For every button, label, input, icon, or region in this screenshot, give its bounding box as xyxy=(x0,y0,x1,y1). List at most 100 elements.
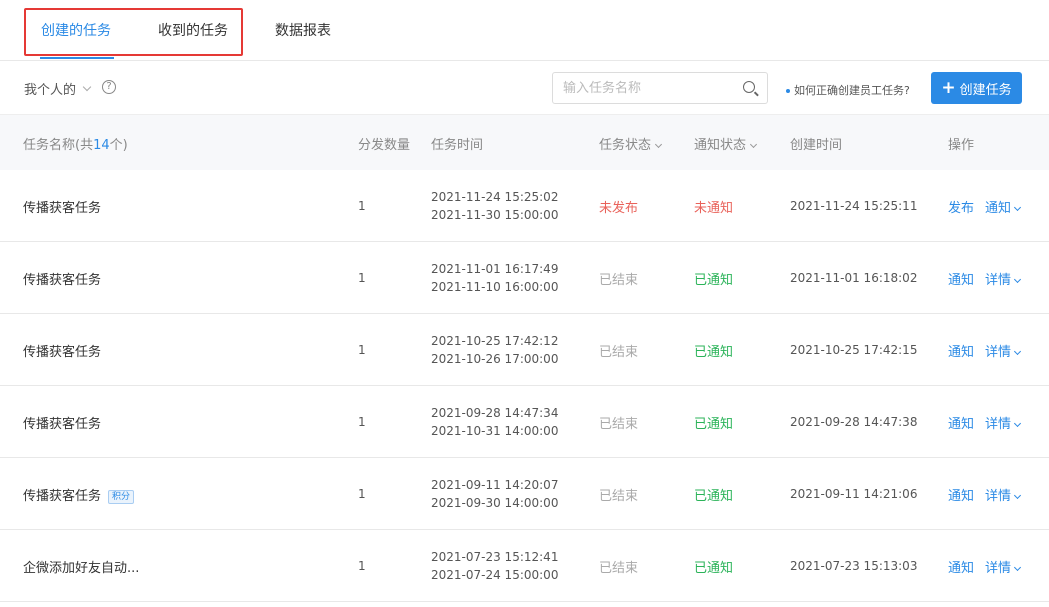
chevron-down-icon xyxy=(1013,419,1022,427)
notify-status: 已通知 xyxy=(694,273,734,288)
chevron-down-icon xyxy=(1013,347,1022,355)
howto-text: 如何正确创建员工任务? xyxy=(794,84,910,97)
task-start-time: 2021-07-23 15:12:41 xyxy=(431,550,559,564)
task-name-text: 传播获客任务 xyxy=(23,417,102,432)
task-name: 传播获客任务 xyxy=(23,413,101,432)
op-secondary-dropdown[interactable]: 详情 xyxy=(985,489,1022,504)
task-start-time: 2021-09-28 14:47:34 xyxy=(431,406,559,420)
task-name: 传播获客任务 xyxy=(23,341,101,360)
row-operations: 通知 详情 xyxy=(948,485,1031,504)
tab-created-tasks[interactable]: 创建的任务 xyxy=(41,20,111,40)
op-primary-link[interactable]: 通知 xyxy=(948,417,974,432)
task-end-time: 2021-11-30 15:00:00 xyxy=(431,208,559,222)
task-end-time: 2021-07-24 15:00:00 xyxy=(431,568,559,582)
notify-status: 未通知 xyxy=(694,201,734,216)
task-time: 2021-11-24 15:25:02 2021-11-30 15:00:00 xyxy=(431,188,558,224)
task-name-text: 传播获客任务 xyxy=(23,273,102,288)
active-tab-underline xyxy=(40,57,114,59)
task-name: 企微添加好友自动... xyxy=(23,557,139,576)
toolbar: 我个人的 ? 如何正确创建员工任务? + 创建任务 xyxy=(0,62,1049,114)
created-time: 2021-11-24 15:25:11 xyxy=(790,199,918,213)
op-secondary-label: 详情 xyxy=(985,561,1012,576)
quantity: 1 xyxy=(358,487,366,501)
op-secondary-dropdown[interactable]: 通知 xyxy=(985,201,1022,216)
row-operations: 通知 详情 xyxy=(948,413,1031,432)
tab-bar: 创建的任务 收到的任务 数据报表 xyxy=(0,0,1049,61)
scope-label: 我个人的 xyxy=(24,83,77,98)
notify-status: 已通知 xyxy=(694,417,734,432)
row-operations: 通知 详情 xyxy=(948,269,1031,288)
table-row: 传播获客任务 1 2021-10-25 17:42:12 2021-10-26 17:… xyxy=(0,314,1049,386)
created-time: 2021-09-11 14:21:06 xyxy=(790,487,918,501)
op-secondary-label: 详情 xyxy=(985,273,1012,288)
howto-link[interactable]: 如何正确创建员工任务? xyxy=(786,82,910,98)
table-row: 传播获客任务 1 2021-11-01 16:17:49 2021-11-10 16:… xyxy=(0,242,1049,314)
op-primary-link[interactable]: 发布 xyxy=(948,201,974,216)
task-status: 已结束 xyxy=(599,273,639,288)
search-input[interactable] xyxy=(553,73,733,103)
header-task-time: 任务时间 xyxy=(431,138,484,153)
op-primary-link[interactable]: 通知 xyxy=(948,561,974,576)
task-name-text: 传播获客任务 xyxy=(23,345,102,360)
chevron-down-icon xyxy=(82,82,92,91)
op-primary-link[interactable]: 通知 xyxy=(948,489,974,504)
table-header: 任务名称(共14个) 分发数量 任务时间 任务状态 通知状态 创建时间 操作 xyxy=(0,114,1049,170)
table-row: 企微添加好友自动... 1 2021-07-23 15:12:41 2021-07-2… xyxy=(0,530,1049,602)
row-operations: 发布 通知 xyxy=(948,197,1031,216)
row-operations: 通知 详情 xyxy=(948,341,1031,360)
task-time: 2021-09-11 14:20:07 2021-09-30 14:00:00 xyxy=(431,476,558,512)
chevron-down-icon xyxy=(1013,563,1022,571)
scope-dropdown[interactable]: 我个人的 xyxy=(24,79,92,98)
task-status: 未发布 xyxy=(599,201,639,216)
task-time: 2021-10-25 17:42:12 2021-10-26 17:00:00 xyxy=(431,332,558,368)
task-status: 已结束 xyxy=(599,345,639,360)
op-secondary-dropdown[interactable]: 详情 xyxy=(985,417,1022,432)
tab-data-report[interactable]: 数据报表 xyxy=(275,20,331,40)
quantity: 1 xyxy=(358,343,366,357)
op-primary-link[interactable]: 通知 xyxy=(948,273,974,288)
op-secondary-dropdown[interactable]: 详情 xyxy=(985,345,1022,360)
bullet-dot-icon xyxy=(786,89,790,93)
op-secondary-label: 详情 xyxy=(985,489,1012,504)
points-badge: 积分 xyxy=(108,489,135,504)
table-row: 传播获客任务 1 2021-11-24 15:25:02 2021-11-30 15:… xyxy=(0,170,1049,242)
created-time: 2021-10-25 17:42:15 xyxy=(790,343,918,357)
notify-status: 已通知 xyxy=(694,345,734,360)
task-time: 2021-11-01 16:17:49 2021-11-10 16:00:00 xyxy=(431,260,558,296)
tab-received-tasks[interactable]: 收到的任务 xyxy=(158,20,228,40)
plus-icon: + xyxy=(941,77,956,98)
task-end-time: 2021-10-31 14:00:00 xyxy=(431,424,559,438)
quantity: 1 xyxy=(358,271,366,285)
quantity: 1 xyxy=(358,559,366,573)
header-operations: 操作 xyxy=(948,138,975,153)
chevron-down-icon xyxy=(1013,203,1022,211)
task-status: 已结束 xyxy=(599,417,639,432)
created-time: 2021-09-28 14:47:38 xyxy=(790,415,918,429)
task-start-time: 2021-11-24 15:25:02 xyxy=(431,190,559,204)
op-secondary-dropdown[interactable]: 详情 xyxy=(985,273,1022,288)
header-task-status[interactable]: 任务状态 xyxy=(599,134,663,153)
task-name: 传播获客任务 xyxy=(23,197,101,216)
header-quantity: 分发数量 xyxy=(358,138,411,153)
table-row: 传播获客任务 积分 1 2021-09-11 14:20:07 2021-09-30 1… xyxy=(0,458,1049,530)
task-status: 已结束 xyxy=(599,489,639,504)
task-name: 传播获客任务 积分 xyxy=(23,485,135,504)
header-notify-status[interactable]: 通知状态 xyxy=(694,134,758,153)
task-status: 已结束 xyxy=(599,561,639,576)
task-time: 2021-09-28 14:47:34 2021-10-31 14:00:00 xyxy=(431,404,558,440)
op-secondary-dropdown[interactable]: 详情 xyxy=(985,561,1022,576)
row-operations: 通知 详情 xyxy=(948,557,1031,576)
search-icon[interactable] xyxy=(743,81,755,93)
op-primary-link[interactable]: 通知 xyxy=(948,345,974,360)
create-task-button[interactable]: + 创建任务 xyxy=(931,72,1022,104)
task-end-time: 2021-09-30 14:00:00 xyxy=(431,496,559,510)
table-row: 传播获客任务 1 2021-09-28 14:47:34 2021-10-31 14:… xyxy=(0,386,1049,458)
task-time: 2021-07-23 15:12:41 2021-07-24 15:00:00 xyxy=(431,548,558,584)
create-task-label: 创建任务 xyxy=(959,82,1012,98)
task-name-text: 传播获客任务 xyxy=(23,489,102,504)
notify-status: 已通知 xyxy=(694,561,734,576)
created-time: 2021-07-23 15:13:03 xyxy=(790,559,918,573)
help-icon[interactable]: ? xyxy=(102,80,116,94)
header-task-name: 任务名称(共14个) xyxy=(23,138,128,153)
search-box[interactable] xyxy=(552,72,768,104)
